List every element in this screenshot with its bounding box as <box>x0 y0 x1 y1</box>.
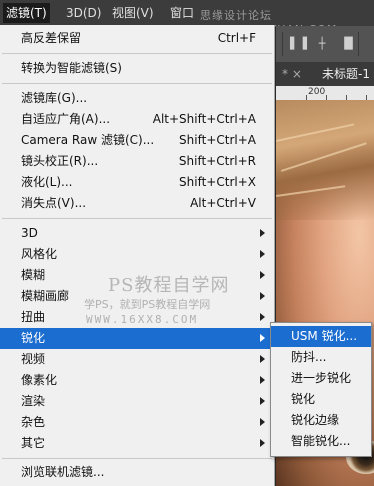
menu-item-label: 液化(L)... <box>21 175 73 189</box>
menu-item-shortcut: Alt+Ctrl+V <box>190 196 256 210</box>
menu-separator <box>2 458 272 459</box>
menu-item-noise[interactable]: 杂色 <box>0 412 274 433</box>
menu-item-shortcut: Ctrl+F <box>217 31 256 45</box>
menu-item-liquify[interactable]: 液化(L)... Shift+Ctrl+X <box>0 172 274 193</box>
menu-item-label: 其它 <box>21 436 46 450</box>
menu-window[interactable]: 窗口 <box>170 5 194 21</box>
menu-item-label: 视频 <box>21 352 46 366</box>
watermark-url: WWW.16XX8.COM <box>86 313 199 326</box>
menu-item-browse-online-filters[interactable]: 浏览联机滤镜... <box>0 462 274 483</box>
menu-item-label: 浏览联机滤镜... <box>21 465 105 479</box>
menu-item-sharpen[interactable]: 锐化 <box>0 328 274 349</box>
menu-separator <box>2 83 272 84</box>
submenu-item-label: 防抖... <box>291 350 327 364</box>
menu-item-label: 镜头校正(R)... <box>21 154 99 168</box>
photo-hair <box>276 100 374 220</box>
menu-item-stylize[interactable]: 风格化 <box>0 244 274 265</box>
menu-item-label: 消失点(V)... <box>21 196 87 210</box>
submenu-item-unsharp-mask[interactable]: USM 锐化... <box>271 326 371 347</box>
submenu-arrow-icon <box>260 229 265 237</box>
menu-item-lens-correction[interactable]: 镜头校正(R)... Shift+Ctrl+R <box>0 151 274 172</box>
submenu-arrow-icon <box>260 376 265 384</box>
menu-item-other[interactable]: 其它 <box>0 433 274 454</box>
menu-item-shortcut: Shift+Ctrl+A <box>179 133 256 147</box>
options-bar: ▌▐ ┼ ▐▌ <box>276 26 374 62</box>
menu-view[interactable]: 视图(V) <box>112 5 154 21</box>
submenu-item-label: USM 锐化... <box>291 329 358 343</box>
menu-item-camera-raw[interactable]: Camera Raw 滤镜(C)... Shift+Ctrl+A <box>0 130 274 151</box>
menu-separator <box>2 53 272 54</box>
submenu-arrow-icon <box>260 250 265 258</box>
menu-bar: 滤镜(T) 3D(D) 视图(V) 窗口 思缘设计论坛 WWW.MISSYUAN… <box>0 0 374 36</box>
menu-item-render[interactable]: 渲染 <box>0 391 274 412</box>
submenu-item-shake-reduction[interactable]: 防抖... <box>271 347 371 368</box>
menu-item-shortcut: Alt+Shift+Ctrl+A <box>152 112 256 126</box>
menu-item-label: 滤镜库(G)... <box>21 91 88 105</box>
menu-item-pixelate[interactable]: 像素化 <box>0 370 274 391</box>
menu-item-adaptive-wide-angle[interactable]: 自适应广角(A)... Alt+Shift+Ctrl+A <box>0 109 274 130</box>
sharpen-submenu: USM 锐化... 防抖... 进一步锐化 锐化 锐化边缘 智能锐化... <box>270 322 372 457</box>
menu-item-shortcut: Shift+Ctrl+X <box>179 175 256 189</box>
menu-item-label: 扭曲 <box>21 310 46 324</box>
submenu-item-sharpen-edges[interactable]: 锐化边缘 <box>271 410 371 431</box>
submenu-arrow-icon <box>260 313 265 321</box>
submenu-arrow-icon <box>260 292 265 300</box>
menu-item-filter-gallery[interactable]: 滤镜库(G)... <box>0 88 274 109</box>
options-separator <box>358 32 359 56</box>
menu-3d[interactable]: 3D(D) <box>66 5 101 21</box>
menu-item-label: 杂色 <box>21 415 46 429</box>
watermark-title: PS教程自学网 <box>108 275 230 296</box>
horizontal-ruler: 200 <box>276 86 374 101</box>
submenu-arrow-icon <box>260 334 265 342</box>
watermark-slogan: 学PS，就到PS教程自学网 <box>84 298 211 311</box>
submenu-arrow-icon <box>260 271 265 279</box>
menu-item-vanishing-point[interactable]: 消失点(V)... Alt+Ctrl+V <box>0 193 274 214</box>
ruler-label: 200 <box>308 87 326 97</box>
menu-item-label: 风格化 <box>21 247 58 261</box>
align-left-icon[interactable]: ▌▐ <box>290 36 307 52</box>
submenu-item-label: 锐化边缘 <box>291 413 340 427</box>
menu-item-label: 3D <box>21 226 38 240</box>
menu-item-high-pass[interactable]: 高反差保留 Ctrl+F <box>0 28 274 49</box>
menu-separator <box>2 218 272 219</box>
menu-item-label: 模糊画廊 <box>21 289 70 303</box>
menu-item-label: 高反差保留 <box>21 31 82 45</box>
submenu-item-label: 锐化 <box>291 392 316 406</box>
submenu-item-label: 智能锐化... <box>291 434 351 448</box>
submenu-arrow-icon <box>260 355 265 363</box>
submenu-arrow-icon <box>260 397 265 405</box>
document-tabs: * × 未标题-1 <box>276 62 374 86</box>
filter-menu: 高反差保留 Ctrl+F 转换为智能滤镜(S) 滤镜库(G)... 自适应广角(… <box>0 25 275 486</box>
menu-item-label: 像素化 <box>21 373 58 387</box>
menu-filter[interactable]: 滤镜(T) <box>3 3 50 23</box>
menu-item-video[interactable]: 视频 <box>0 349 274 370</box>
menu-item-convert-smart-filter[interactable]: 转换为智能滤镜(S) <box>0 58 274 79</box>
menu-item-label: 模糊 <box>21 268 46 282</box>
submenu-item-sharpen[interactable]: 锐化 <box>271 389 371 410</box>
align-right-icon[interactable]: ▐▌ <box>340 36 357 52</box>
menu-item-label: 锐化 <box>21 331 46 345</box>
submenu-arrow-icon <box>260 439 265 447</box>
submenu-item-sharpen-more[interactable]: 进一步锐化 <box>271 368 371 389</box>
options-separator <box>282 32 283 56</box>
align-center-icon[interactable]: ┼ <box>316 36 328 52</box>
menu-item-label: 自适应广角(A)... <box>21 112 111 126</box>
submenu-item-label: 进一步锐化 <box>291 371 352 385</box>
menu-item-label: 渲染 <box>21 394 46 408</box>
submenu-arrow-icon <box>260 418 265 426</box>
menu-item-label: Camera Raw 滤镜(C)... <box>21 133 155 147</box>
menu-item-label: 转换为智能滤镜(S) <box>21 61 122 75</box>
menu-item-shortcut: Shift+Ctrl+R <box>178 154 256 168</box>
tab-previous[interactable]: * × <box>282 62 302 86</box>
submenu-item-smart-sharpen[interactable]: 智能锐化... <box>271 431 371 452</box>
tab-untitled-1[interactable]: 未标题-1 <box>322 62 370 86</box>
menu-item-3d[interactable]: 3D <box>0 223 274 244</box>
